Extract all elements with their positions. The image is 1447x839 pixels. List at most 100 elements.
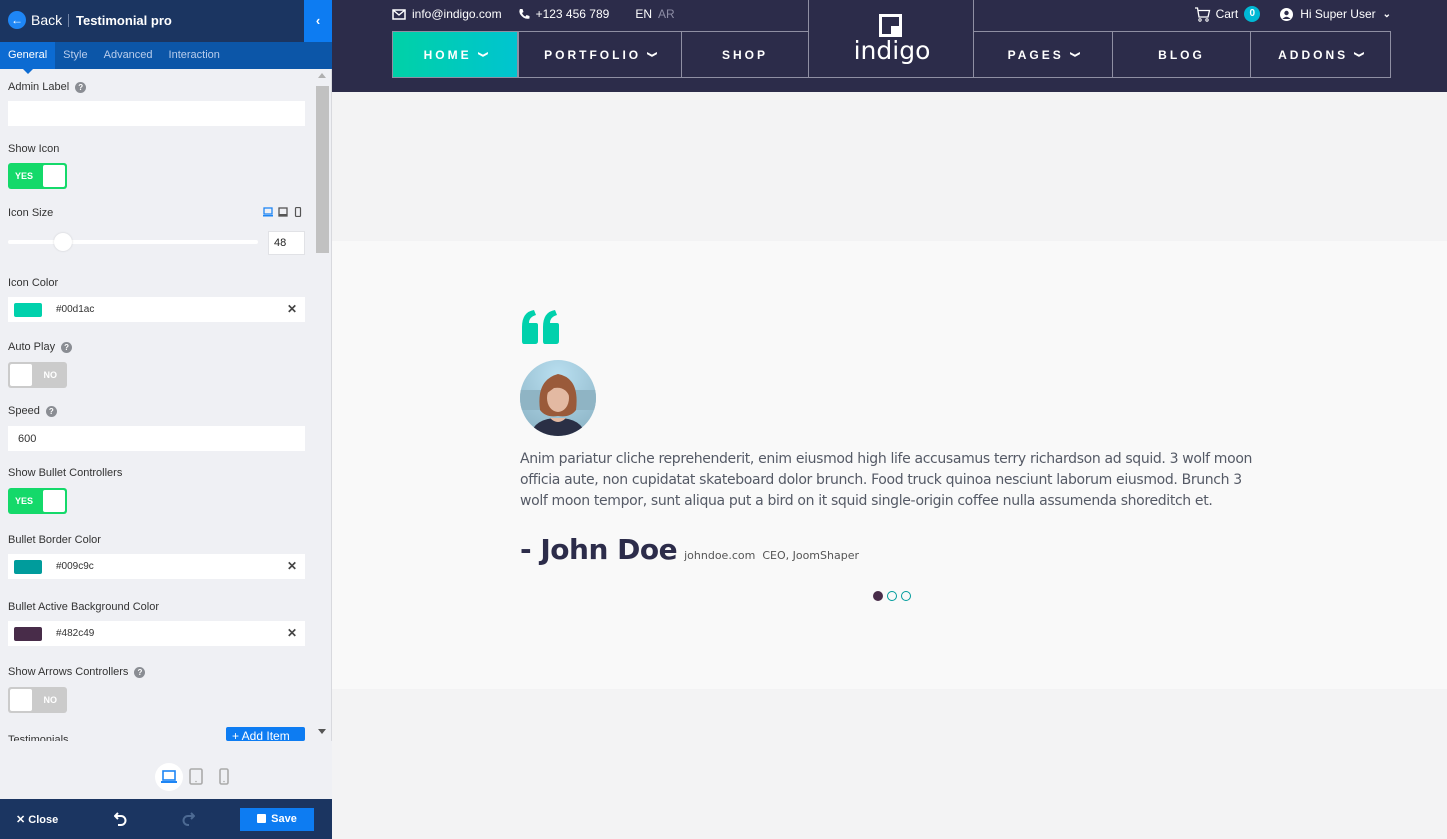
- scroll-up-arrow-icon[interactable]: [318, 73, 326, 78]
- floppy-disk-icon: [257, 814, 267, 823]
- bullet-border-color-label: Bullet Border Color: [8, 534, 101, 546]
- laptop-icon[interactable]: [263, 207, 273, 217]
- panel-header: ← Back Testimonial pro ‹: [0, 0, 332, 42]
- help-icon[interactable]: ?: [75, 82, 87, 93]
- auto-play-toggle[interactable]: NO: [8, 362, 67, 388]
- help-icon[interactable]: ?: [61, 342, 73, 353]
- admin-label-label: Admin Label?: [8, 81, 87, 93]
- tab-general[interactable]: General: [0, 42, 56, 74]
- add-item-button[interactable]: + Add Item: [226, 727, 305, 741]
- desktop-preview-button[interactable]: [155, 763, 183, 791]
- language-ar[interactable]: AR: [658, 7, 675, 21]
- site-header: info@indigo.com +123 456 789 EN AR Cart …: [332, 0, 1447, 92]
- carousel-bullet-1[interactable]: [873, 591, 883, 601]
- scrollbar-thumb[interactable]: [316, 86, 329, 253]
- scroll-down-arrow-icon[interactable]: [318, 729, 326, 734]
- author-avatar: [520, 360, 596, 436]
- email-text: info@indigo.com: [412, 7, 502, 21]
- nav-label: ADDONS: [1278, 47, 1349, 62]
- nav-addons[interactable]: ADDONS ❯: [1250, 31, 1391, 78]
- clear-color-icon[interactable]: ✕: [287, 554, 297, 579]
- cart-count-badge: 0: [1244, 6, 1261, 22]
- admin-label-input[interactable]: [8, 101, 305, 126]
- nav-pages[interactable]: PAGES ❯: [973, 31, 1113, 78]
- quote-icon: [522, 310, 559, 344]
- nav-label: HOME: [423, 47, 472, 62]
- color-swatch[interactable]: [14, 560, 42, 574]
- tablet-preview-icon[interactable]: [188, 768, 204, 786]
- language-en[interactable]: EN: [635, 7, 652, 21]
- back-button[interactable]: ← Back: [8, 11, 62, 29]
- show-arrows-toggle[interactable]: NO: [8, 687, 67, 713]
- site-preview: info@indigo.com +123 456 789 EN AR Cart …: [332, 0, 1447, 839]
- redo-icon[interactable]: [181, 811, 195, 827]
- phone-icon: [518, 9, 530, 19]
- tab-interaction[interactable]: Interaction: [161, 42, 228, 69]
- carousel-bullet-3[interactable]: [901, 591, 911, 601]
- clear-color-icon[interactable]: ✕: [287, 621, 297, 646]
- chevron-down-icon: ❯: [477, 51, 489, 58]
- show-icon-toggle[interactable]: YES: [8, 163, 67, 189]
- user-menu[interactable]: Hi Super User ⌄: [1280, 7, 1391, 21]
- icon-size-slider-handle[interactable]: [54, 233, 72, 251]
- chevron-down-icon: ❯: [647, 51, 658, 58]
- save-label: Save: [271, 813, 297, 825]
- collapse-panel-button[interactable]: ‹: [304, 0, 332, 42]
- mobile-preview-icon[interactable]: [218, 768, 230, 786]
- tab-style[interactable]: Style: [55, 42, 95, 69]
- bullet-active-bg-label: Bullet Active Background Color: [8, 601, 160, 613]
- auto-play-label: Auto Play?: [8, 341, 73, 353]
- show-bullets-toggle[interactable]: YES: [8, 488, 67, 514]
- toggle-knob: [43, 165, 65, 187]
- tablet-icon[interactable]: [278, 207, 288, 217]
- icon-size-label: Icon Size: [8, 207, 54, 219]
- speed-input[interactable]: [8, 426, 305, 451]
- icon-size-slider-track[interactable]: [8, 240, 258, 244]
- author-name: - John Doe: [520, 533, 678, 566]
- color-swatch[interactable]: [14, 303, 42, 317]
- carousel-bullet-2[interactable]: [887, 591, 897, 601]
- help-icon[interactable]: ?: [134, 667, 146, 678]
- cart-link[interactable]: Cart 0: [1194, 6, 1261, 22]
- back-label: Back: [31, 12, 63, 28]
- toggle-state: NO: [43, 370, 58, 380]
- toggle-state: NO: [43, 695, 58, 705]
- tab-advanced[interactable]: Advanced: [96, 42, 161, 69]
- panel-tabs: General Style Advanced Interaction: [0, 42, 332, 74]
- nav-shop[interactable]: SHOP: [681, 31, 809, 78]
- phone-text: +123 456 789: [535, 7, 610, 21]
- cart-icon: [1194, 6, 1210, 22]
- nav-home[interactable]: HOME ❯: [392, 31, 518, 78]
- toggle-knob: [10, 364, 32, 386]
- email-link[interactable]: info@indigo.com: [392, 7, 502, 21]
- envelope-icon: [392, 8, 406, 20]
- icon-size-input[interactable]: [268, 231, 305, 255]
- cart-label: Cart: [1215, 7, 1239, 21]
- arrow-left-icon: ←: [8, 11, 26, 29]
- nav-blog[interactable]: BLOG: [1112, 31, 1251, 78]
- mobile-icon[interactable]: [293, 207, 303, 217]
- undo-icon[interactable]: [114, 811, 128, 827]
- panel-title: Testimonial pro: [76, 13, 172, 28]
- user-label: Hi Super User: [1300, 7, 1376, 21]
- author-role: CEO, JoomShaper: [762, 549, 859, 562]
- close-button[interactable]: ✕ Close: [16, 799, 58, 839]
- label-text: Speed: [8, 405, 40, 417]
- chevron-down-icon: ❯: [1354, 51, 1365, 58]
- color-hex: #482c49: [56, 628, 95, 639]
- nav-portfolio[interactable]: PORTFOLIO ❯: [518, 31, 682, 78]
- author-url[interactable]: johndoe.com: [684, 549, 755, 562]
- help-icon[interactable]: ?: [45, 406, 57, 417]
- color-swatch[interactable]: [14, 627, 42, 641]
- icon-color-picker[interactable]: #00d1ac ✕: [8, 297, 305, 322]
- site-logo[interactable]: indigo: [808, 0, 974, 78]
- toggle-state: YES: [15, 171, 34, 181]
- testimonial-author: - John Doe johndoe.com CEO, JoomShaper: [520, 533, 859, 566]
- clear-color-icon[interactable]: ✕: [287, 297, 297, 322]
- bullet-border-color-picker[interactable]: #009c9c ✕: [8, 554, 305, 579]
- save-button[interactable]: Save: [240, 808, 314, 831]
- bullet-active-bg-color-picker[interactable]: #482c49 ✕: [8, 621, 305, 646]
- addon-settings-panel: ← Back Testimonial pro ‹ General Style A…: [0, 0, 332, 839]
- phone-link[interactable]: +123 456 789: [518, 7, 610, 21]
- user-bar: Cart 0 Hi Super User ⌄: [1194, 6, 1391, 22]
